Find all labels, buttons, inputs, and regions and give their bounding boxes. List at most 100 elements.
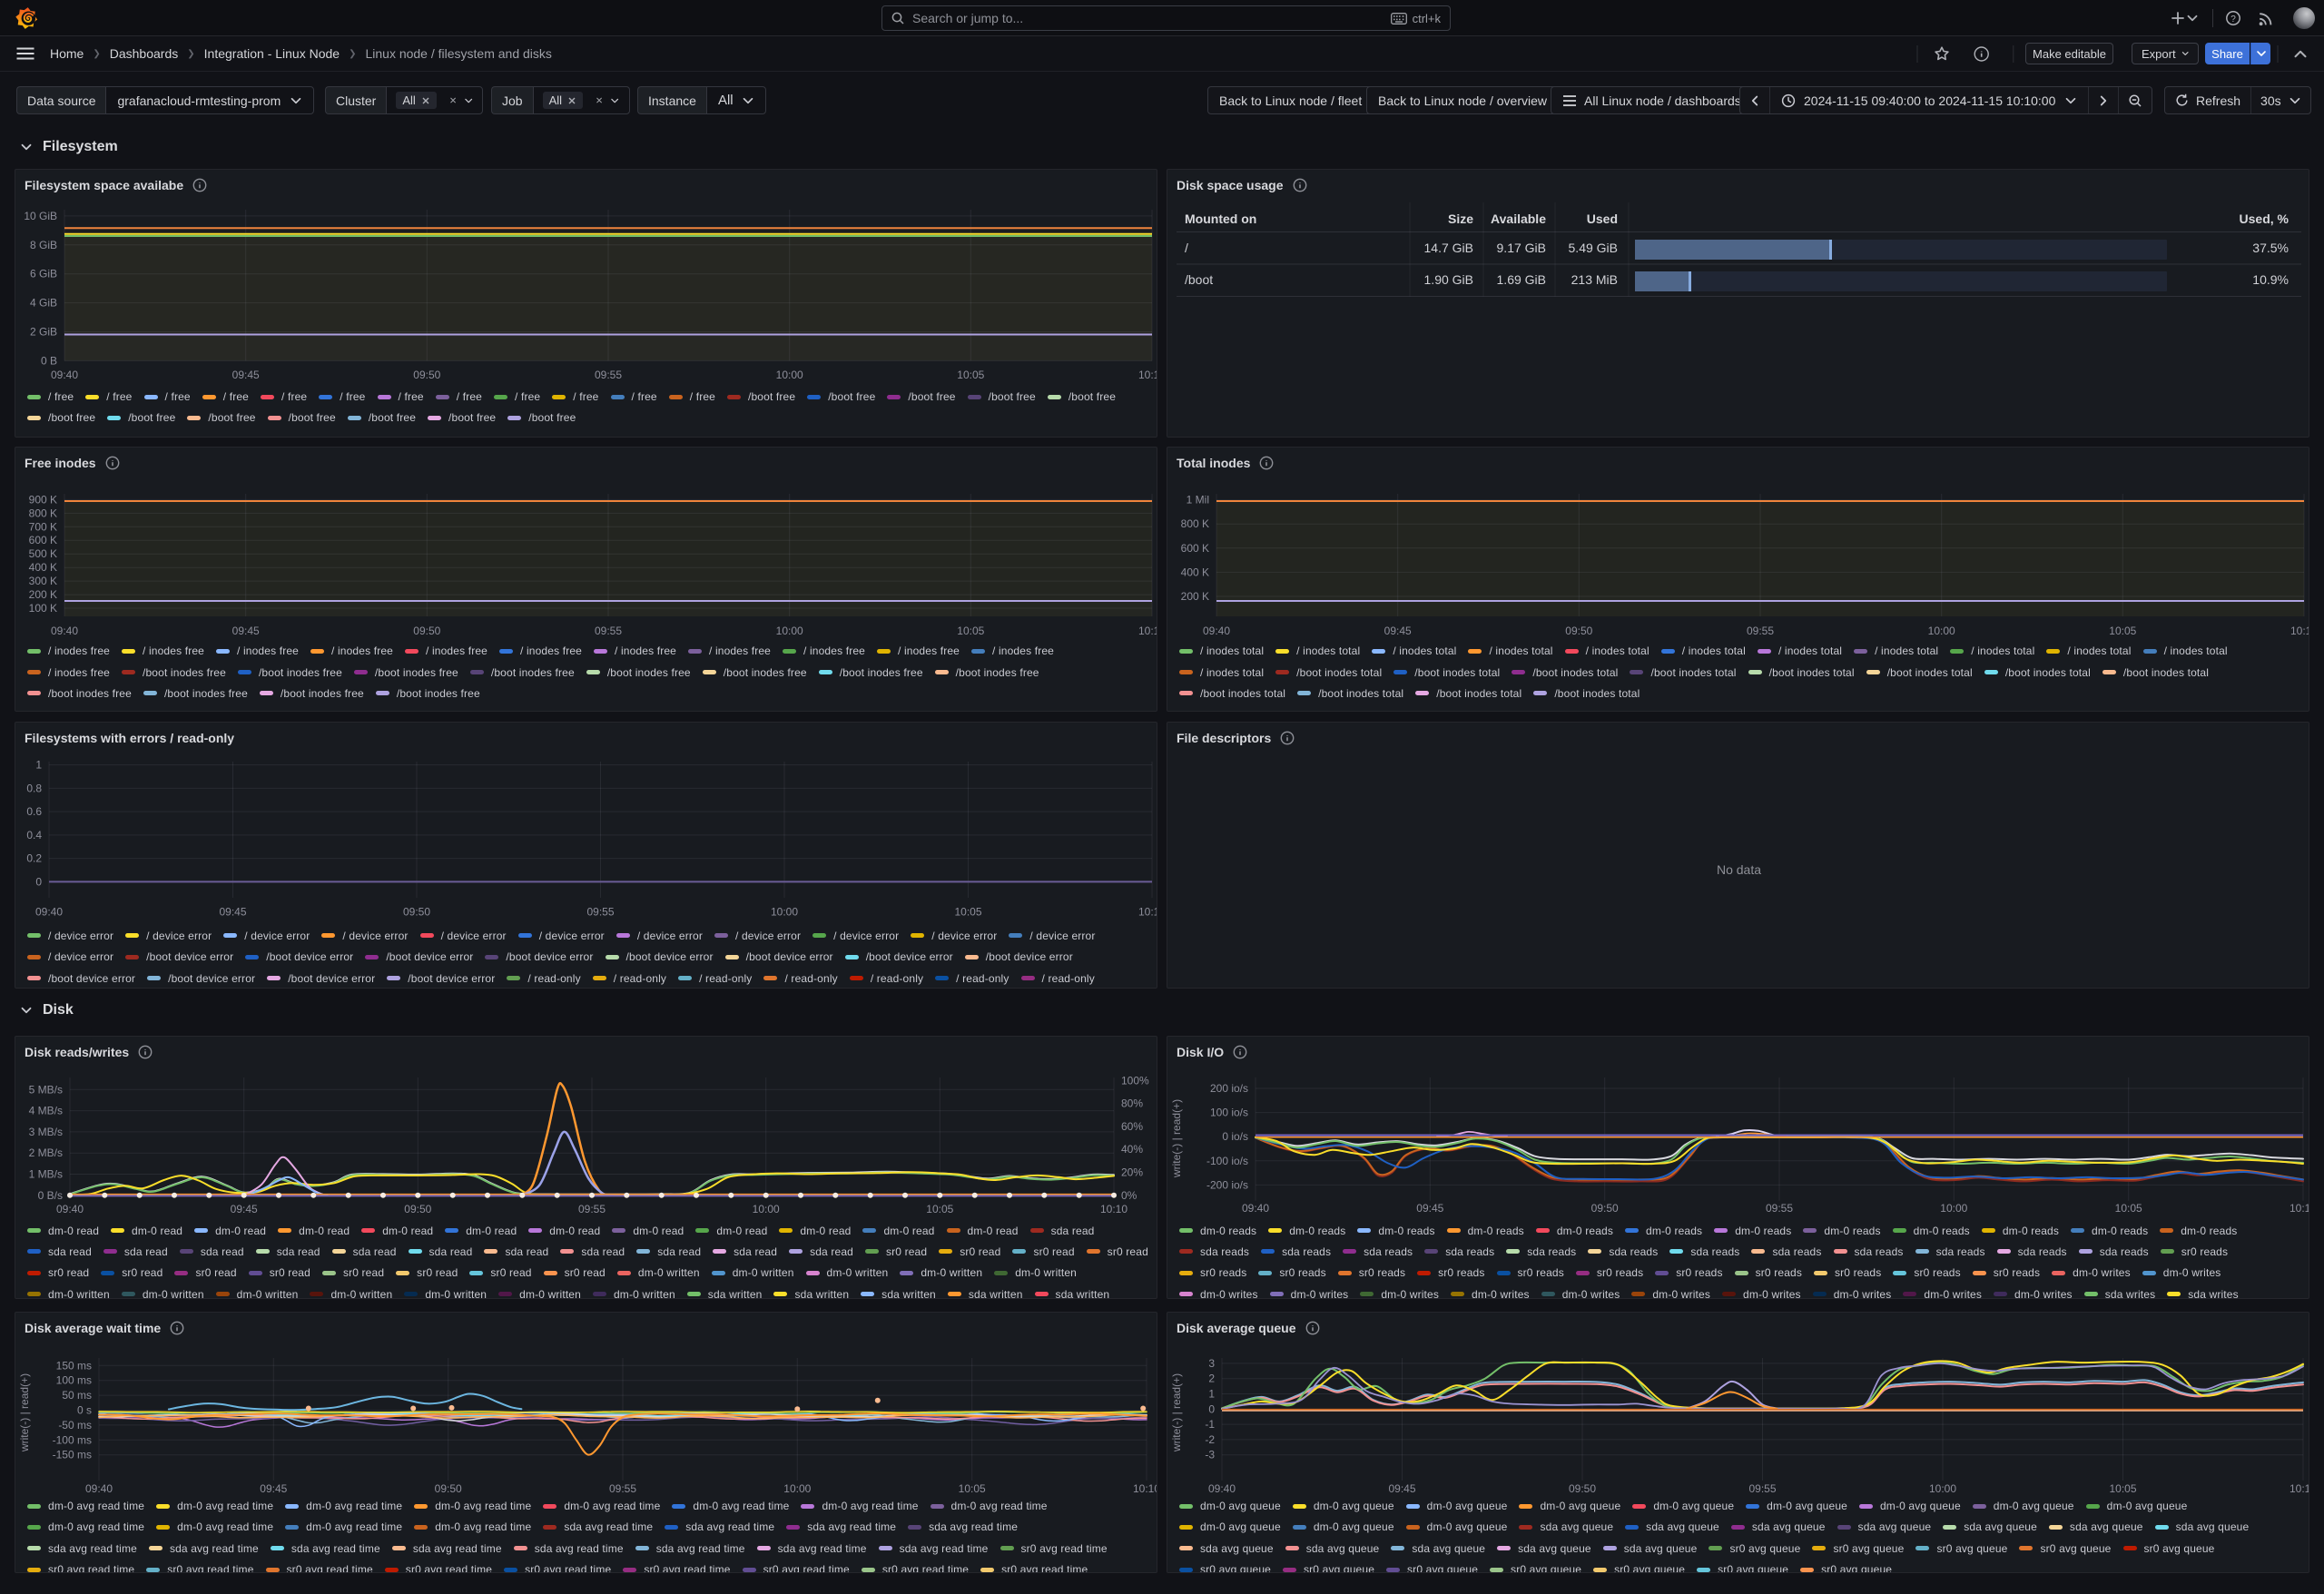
- svg-text:8 GiB: 8 GiB: [30, 239, 57, 251]
- svg-text:10:05: 10:05: [957, 369, 984, 381]
- svg-text:4 GiB: 4 GiB: [30, 297, 57, 310]
- svg-text:09:55: 09:55: [586, 906, 614, 919]
- svg-text:800 K: 800 K: [1181, 517, 1209, 530]
- svg-text:3 MB/s: 3 MB/s: [29, 1126, 63, 1138]
- svg-text:09:45: 09:45: [232, 369, 260, 381]
- svg-text:100 K: 100 K: [29, 602, 57, 615]
- svg-text:40%: 40%: [1121, 1143, 1143, 1156]
- svg-text:300 K: 300 K: [29, 575, 57, 587]
- svg-text:200 K: 200 K: [1181, 590, 1209, 603]
- svg-text:write(-) | read(+): write(-) | read(+): [18, 1373, 31, 1452]
- svg-text:09:55: 09:55: [1747, 625, 1774, 637]
- svg-text:09:45: 09:45: [232, 625, 260, 637]
- svg-text:0 B/s: 0 B/s: [38, 1189, 63, 1202]
- svg-text:09:50: 09:50: [1565, 625, 1592, 637]
- svg-text:10:10: 10:10: [1138, 906, 1157, 919]
- svg-text:write(-) | read(+): write(-) | read(+): [1170, 1373, 1183, 1452]
- svg-text:09:45: 09:45: [1384, 625, 1412, 637]
- svg-text:10:00: 10:00: [783, 1482, 811, 1495]
- svg-text:09:55: 09:55: [578, 1203, 606, 1215]
- svg-text:-200 io/s: -200 io/s: [1206, 1178, 1248, 1191]
- svg-text:?: ?: [2230, 15, 2236, 25]
- svg-text:10:00: 10:00: [1928, 625, 1955, 637]
- svg-text:900 K: 900 K: [29, 493, 57, 506]
- svg-text:100 ms: 100 ms: [56, 1374, 92, 1387]
- svg-text:60%: 60%: [1121, 1120, 1143, 1133]
- svg-text:-100 io/s: -100 io/s: [1206, 1155, 1248, 1167]
- svg-text:10:10: 10:10: [1138, 369, 1157, 381]
- svg-text:09:45: 09:45: [1388, 1482, 1415, 1495]
- svg-text:6 GiB: 6 GiB: [30, 268, 57, 280]
- svg-text:2 GiB: 2 GiB: [30, 326, 57, 339]
- svg-text:09:40: 09:40: [85, 1482, 113, 1495]
- svg-text:10:10: 10:10: [2290, 1202, 2309, 1215]
- svg-text:write(-) | read(+): write(-) | read(+): [1170, 1099, 1183, 1178]
- svg-text:10:05: 10:05: [954, 906, 981, 919]
- svg-text:10:10: 10:10: [1138, 625, 1157, 637]
- svg-text:10:05: 10:05: [926, 1203, 953, 1215]
- svg-text:0: 0: [1208, 1402, 1215, 1415]
- svg-text:4 MB/s: 4 MB/s: [29, 1105, 63, 1117]
- svg-text:700 K: 700 K: [29, 520, 57, 533]
- svg-text:09:55: 09:55: [609, 1482, 636, 1495]
- svg-text:09:55: 09:55: [595, 625, 622, 637]
- svg-text:10:05: 10:05: [2115, 1202, 2142, 1215]
- svg-text:10:00: 10:00: [776, 369, 803, 381]
- svg-text:1 MB/s: 1 MB/s: [29, 1168, 63, 1181]
- svg-text:1: 1: [35, 759, 42, 772]
- svg-text:-100 ms: -100 ms: [53, 1433, 92, 1446]
- svg-text:50 ms: 50 ms: [62, 1389, 92, 1402]
- svg-text:0%: 0%: [1121, 1189, 1137, 1202]
- svg-text:0 io/s: 0 io/s: [1222, 1130, 1248, 1143]
- svg-text:09:40: 09:40: [56, 1203, 84, 1215]
- svg-text:3: 3: [1208, 1357, 1215, 1370]
- svg-text:10:00: 10:00: [1940, 1202, 1967, 1215]
- svg-text:10:00: 10:00: [771, 906, 798, 919]
- svg-text:09:55: 09:55: [1748, 1482, 1776, 1495]
- svg-text:09:50: 09:50: [413, 625, 440, 637]
- svg-text:2: 2: [1208, 1373, 1215, 1385]
- svg-text:600 K: 600 K: [29, 534, 57, 546]
- svg-text:0.6: 0.6: [26, 805, 42, 818]
- svg-text:10:05: 10:05: [2109, 1482, 2136, 1495]
- svg-text:10:10: 10:10: [2290, 1482, 2309, 1495]
- svg-text:10 GiB: 10 GiB: [24, 210, 57, 222]
- svg-text:10:00: 10:00: [753, 1203, 780, 1215]
- svg-text:09:40: 09:40: [1242, 1202, 1269, 1215]
- svg-text:10:05: 10:05: [957, 625, 984, 637]
- svg-text:0.4: 0.4: [26, 829, 42, 841]
- svg-text:200 io/s: 200 io/s: [1210, 1082, 1248, 1095]
- svg-text:09:45: 09:45: [260, 1482, 287, 1495]
- svg-text:1: 1: [1208, 1388, 1215, 1401]
- svg-text:09:50: 09:50: [404, 1203, 431, 1215]
- svg-text:2 MB/s: 2 MB/s: [29, 1146, 63, 1159]
- svg-text:0: 0: [35, 875, 42, 888]
- svg-text:09:40: 09:40: [51, 625, 78, 637]
- svg-text:10:10: 10:10: [1133, 1482, 1157, 1495]
- svg-text:10:10: 10:10: [2290, 625, 2309, 637]
- svg-text:800 K: 800 K: [29, 507, 57, 519]
- svg-text:400 K: 400 K: [29, 561, 57, 574]
- svg-text:10:10: 10:10: [1100, 1203, 1128, 1215]
- svg-text:-3: -3: [1205, 1449, 1215, 1461]
- svg-text:09:45: 09:45: [219, 906, 246, 919]
- svg-text:0 B: 0 B: [41, 354, 57, 367]
- svg-text:09:50: 09:50: [403, 906, 430, 919]
- svg-text:100%: 100%: [1121, 1074, 1149, 1087]
- svg-text:100 io/s: 100 io/s: [1210, 1107, 1248, 1119]
- svg-text:500 K: 500 K: [29, 547, 57, 560]
- svg-text:400 K: 400 K: [1181, 566, 1209, 578]
- svg-text:10:00: 10:00: [776, 625, 803, 637]
- svg-text:09:50: 09:50: [1569, 1482, 1596, 1495]
- svg-text:09:40: 09:40: [1203, 625, 1230, 637]
- svg-text:20%: 20%: [1121, 1166, 1143, 1179]
- svg-text:09:55: 09:55: [595, 369, 622, 381]
- svg-text:80%: 80%: [1121, 1097, 1143, 1110]
- svg-text:0 s: 0 s: [77, 1404, 92, 1417]
- svg-text:09:45: 09:45: [231, 1203, 258, 1215]
- svg-text:09:45: 09:45: [1416, 1202, 1443, 1215]
- svg-text:-1: -1: [1205, 1418, 1215, 1431]
- svg-text:10:05: 10:05: [959, 1482, 986, 1495]
- svg-text:5 MB/s: 5 MB/s: [29, 1083, 63, 1096]
- svg-text:1 Mil: 1 Mil: [1187, 494, 1209, 507]
